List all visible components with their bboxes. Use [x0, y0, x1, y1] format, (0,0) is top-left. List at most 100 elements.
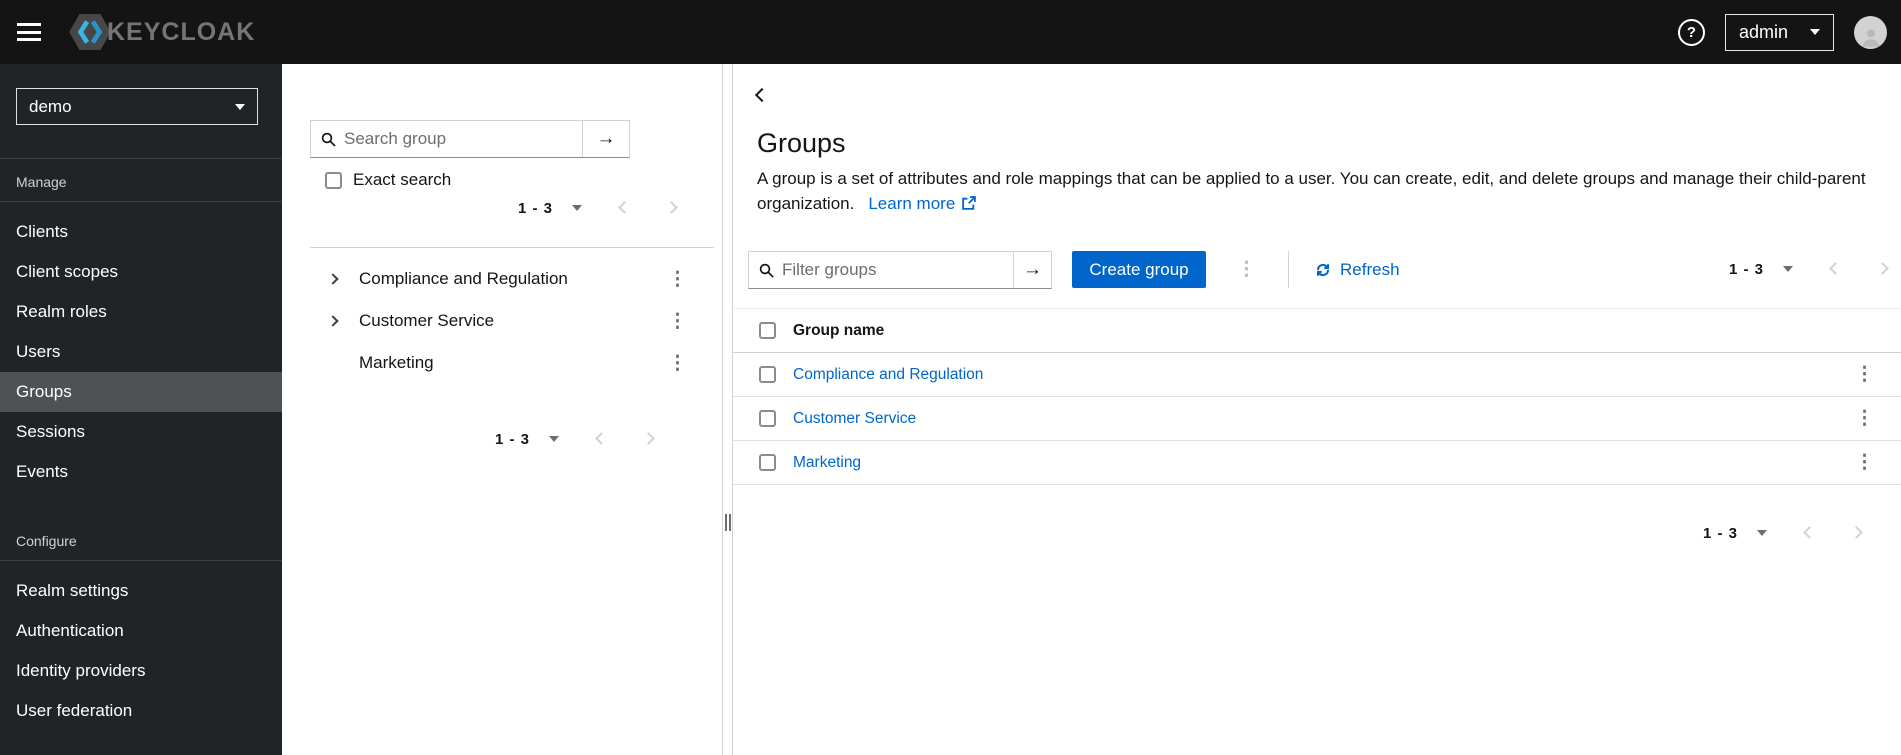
- group-link[interactable]: Customer Service: [793, 410, 916, 428]
- nav-toggle-button[interactable]: [17, 23, 41, 41]
- sidebar-item-authentication[interactable]: Authentication: [0, 611, 282, 651]
- sidebar-item-events[interactable]: Events: [0, 452, 282, 492]
- sidebar-item-realm-settings[interactable]: Realm settings: [0, 571, 282, 611]
- prev-page-button[interactable]: [595, 430, 608, 448]
- keycloak-logo[interactable]: KEYCLOAK: [69, 14, 255, 50]
- refresh-button[interactable]: Refresh: [1315, 251, 1400, 288]
- row-checkbox[interactable]: [759, 366, 776, 383]
- search-submit-button[interactable]: →: [582, 121, 629, 157]
- page-description: A group is a set of attributes and role …: [757, 166, 1867, 216]
- pagination-options-icon[interactable]: [549, 436, 560, 442]
- kebab-menu-icon[interactable]: ⋮: [1855, 365, 1874, 384]
- nav-section-manage: Manage: [16, 174, 67, 190]
- toolbar-kebab-menu-icon[interactable]: ⋮: [1237, 260, 1256, 279]
- row-checkbox[interactable]: [759, 410, 776, 427]
- toolbar-divider: [1288, 251, 1289, 288]
- pagination-range: 1 - 3: [1729, 260, 1765, 278]
- page-title: Groups: [757, 128, 846, 158]
- table-row: Compliance and Regulation ⋮: [733, 353, 1901, 397]
- chevron-down-icon: [1810, 29, 1820, 35]
- realm-selector[interactable]: demo: [16, 88, 258, 125]
- search-icon: [321, 132, 336, 147]
- pagination-range: 1 - 3: [518, 199, 554, 217]
- filter-submit-button[interactable]: →: [1013, 252, 1051, 288]
- group-link[interactable]: Marketing: [793, 454, 861, 472]
- brand-text: KEYCLOAK: [107, 17, 256, 46]
- next-page-button[interactable]: [665, 199, 678, 217]
- kebab-menu-icon[interactable]: ⋮: [668, 354, 687, 373]
- kebab-menu-icon[interactable]: ⋮: [1855, 409, 1874, 428]
- pagination-options-icon[interactable]: [1783, 266, 1794, 272]
- keycloak-logo-icon: [69, 14, 111, 50]
- learn-more-label: Learn more: [868, 194, 956, 213]
- tree-item-customer-service[interactable]: Customer Service ⋮: [282, 300, 722, 342]
- pagination-range: 1 - 3: [495, 430, 531, 448]
- sidebar-item-realm-roles[interactable]: Realm roles: [0, 292, 282, 332]
- next-page-button[interactable]: [1876, 260, 1889, 278]
- sidebar-item-clients[interactable]: Clients: [0, 212, 282, 252]
- exact-search-checkbox[interactable]: [325, 171, 342, 189]
- collapse-panel-button[interactable]: [754, 87, 770, 103]
- refresh-label: Refresh: [1340, 259, 1400, 279]
- table-pagination-top: 1 - 3: [1729, 260, 1889, 278]
- select-all-checkbox[interactable]: [759, 322, 776, 339]
- search-icon: [759, 263, 774, 278]
- divider: [310, 247, 714, 248]
- help-icon[interactable]: ?: [1678, 18, 1705, 46]
- exact-search-label: Exact search: [353, 170, 452, 189]
- search-group-input[interactable]: [344, 129, 572, 149]
- panel-resize-splitter[interactable]: [722, 64, 733, 755]
- prev-page-button[interactable]: [618, 199, 631, 217]
- expand-icon[interactable]: [327, 270, 339, 288]
- kebab-menu-icon[interactable]: ⋮: [668, 270, 687, 289]
- tree-item-marketing[interactable]: Marketing ⋮: [282, 342, 722, 384]
- prev-page-button[interactable]: [1829, 260, 1842, 278]
- tree-item-label[interactable]: Customer Service: [359, 311, 494, 331]
- next-page-button[interactable]: [642, 430, 655, 448]
- learn-more-link[interactable]: Learn more: [868, 191, 977, 216]
- user-menu-dropdown[interactable]: admin: [1725, 13, 1834, 51]
- group-search-group: →: [310, 120, 630, 158]
- groups-main-panel: Groups A group is a set of attributes an…: [733, 64, 1901, 755]
- sidebar-item-identity-providers[interactable]: Identity providers: [0, 651, 282, 691]
- sidebar-item-groups[interactable]: Groups: [0, 372, 282, 412]
- next-page-button[interactable]: [1850, 524, 1863, 542]
- splitter-grip-icon[interactable]: [725, 514, 731, 531]
- realm-name: demo: [29, 96, 72, 116]
- sidebar: demo Manage Clients Client scopes Realm …: [0, 64, 282, 755]
- pagination-options-icon[interactable]: [572, 205, 583, 211]
- sidebar-item-client-scopes[interactable]: Client scopes: [0, 252, 282, 292]
- prev-page-button[interactable]: [1803, 524, 1816, 542]
- groups-table: Group name Compliance and Regulation ⋮ C…: [733, 308, 1901, 485]
- expand-icon[interactable]: [327, 312, 339, 330]
- tree-item-compliance-and-regulation[interactable]: Compliance and Regulation ⋮: [282, 258, 722, 300]
- group-link[interactable]: Compliance and Regulation: [793, 366, 983, 384]
- avatar[interactable]: [1854, 15, 1887, 49]
- filter-groups-input[interactable]: [782, 260, 1003, 280]
- chevron-down-icon: [235, 103, 245, 110]
- table-row: Marketing ⋮: [733, 441, 1901, 485]
- kebab-menu-icon[interactable]: ⋮: [668, 312, 687, 331]
- external-link-icon: [961, 196, 977, 211]
- sidebar-item-user-federation[interactable]: User federation: [0, 691, 282, 731]
- filter-groups-group: →: [748, 251, 1052, 289]
- sidebar-item-sessions[interactable]: Sessions: [0, 412, 282, 452]
- tree-pagination-top: 1 - 3: [518, 199, 678, 217]
- masthead: KEYCLOAK ? admin: [0, 0, 1901, 64]
- column-header-group-name: Group name: [793, 321, 885, 339]
- table-row: Customer Service ⋮: [733, 397, 1901, 441]
- nav-section-configure: Configure: [16, 533, 77, 549]
- pagination-options-icon[interactable]: [1757, 530, 1768, 536]
- pagination-range: 1 - 3: [1703, 524, 1739, 542]
- tree-pagination-bottom: 1 - 3: [495, 430, 655, 448]
- kebab-menu-icon[interactable]: ⋮: [1855, 453, 1874, 472]
- row-checkbox[interactable]: [759, 454, 776, 471]
- groups-tree-panel: → Exact search 1 - 3 Compliance and Regu…: [282, 64, 722, 755]
- tree-item-label[interactable]: Marketing: [359, 353, 434, 373]
- person-icon: [1862, 28, 1879, 47]
- create-group-button[interactable]: Create group: [1072, 251, 1206, 288]
- sidebar-item-users[interactable]: Users: [0, 332, 282, 372]
- tree-item-label[interactable]: Compliance and Regulation: [359, 269, 568, 289]
- username: admin: [1739, 21, 1789, 42]
- table-header-row: Group name: [733, 309, 1901, 353]
